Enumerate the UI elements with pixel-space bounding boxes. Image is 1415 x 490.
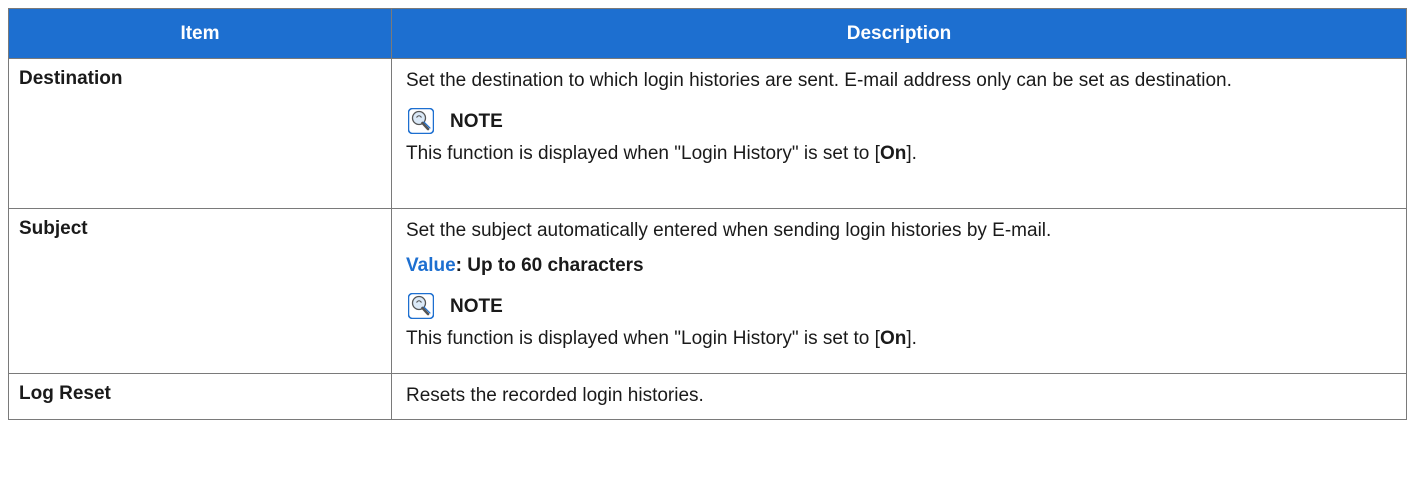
note-lightbulb-icon xyxy=(408,108,434,134)
note-text-end: ]. xyxy=(906,328,917,349)
column-header-description: Description xyxy=(391,8,1407,59)
row-item-destination: Destination xyxy=(8,58,392,209)
table-header-row: Item Description xyxy=(8,8,1407,59)
row-description: Set the destination to which login histo… xyxy=(391,58,1407,209)
column-header-item: Item xyxy=(8,8,392,59)
value-key: Value xyxy=(406,255,456,276)
value-text: : Up to 60 characters xyxy=(455,255,644,276)
row-item-log-reset: Log Reset xyxy=(8,373,392,420)
note-text-on: On xyxy=(879,143,907,164)
description-text: Set the destination to which login histo… xyxy=(406,70,1232,91)
note-text-end: ]. xyxy=(906,143,917,164)
table-row: Subject Set the subject automatically en… xyxy=(8,208,1407,374)
value-line: Value: Up to 60 characters xyxy=(406,252,1392,279)
note-label: NOTE xyxy=(450,295,503,317)
note-heading: NOTE xyxy=(406,289,1392,323)
note-text-start: This function is displayed when "Login H… xyxy=(406,328,880,349)
row-description: Set the subject automatically entered wh… xyxy=(391,208,1407,374)
description-text: Set the subject automatically entered wh… xyxy=(406,220,1052,241)
settings-table: Item Description Destination Set the des… xyxy=(8,8,1407,420)
note-text: This function is displayed when "Login H… xyxy=(406,325,1392,352)
row-description: Resets the recorded login histories. xyxy=(391,373,1407,420)
table-row: Log Reset Resets the recorded login hist… xyxy=(8,373,1407,420)
note-heading: NOTE xyxy=(406,104,1392,138)
description-text: Resets the recorded login histories. xyxy=(406,385,704,406)
note-label: NOTE xyxy=(450,110,503,132)
note-lightbulb-icon xyxy=(408,293,434,319)
table-row: Destination Set the destination to which… xyxy=(8,58,1407,209)
note-text: This function is displayed when "Login H… xyxy=(406,140,1392,167)
row-item-subject: Subject xyxy=(8,208,392,374)
note-text-start: This function is displayed when "Login H… xyxy=(406,143,880,164)
note-text-on: On xyxy=(879,328,907,349)
